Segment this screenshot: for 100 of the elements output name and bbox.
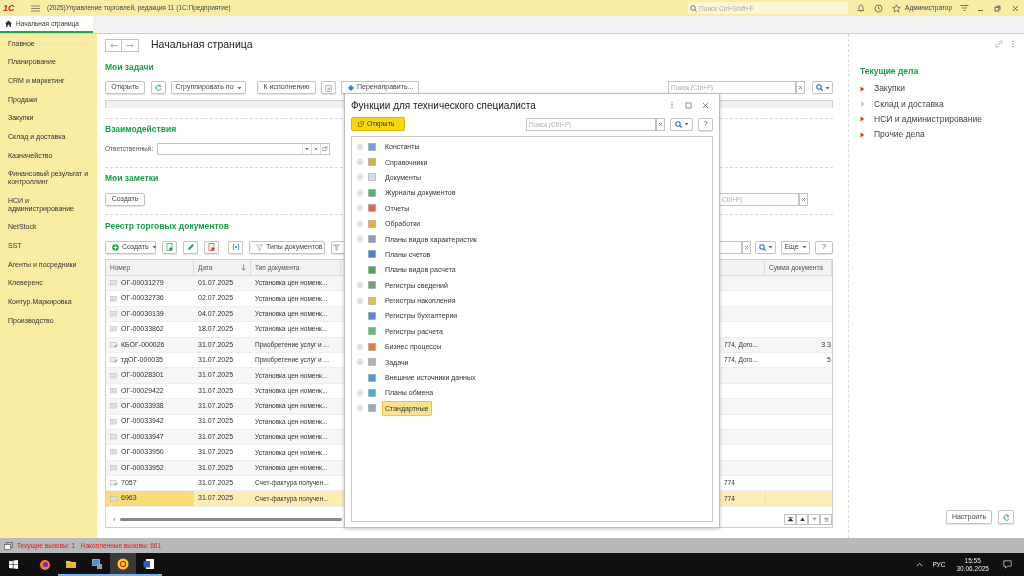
expand-icon[interactable] bbox=[357, 236, 363, 243]
windows-stack-icon[interactable] bbox=[4, 541, 13, 550]
expand-icon[interactable] bbox=[357, 297, 363, 304]
section-title: Реестр торговых документов bbox=[105, 221, 229, 231]
forward-arrow-icon bbox=[126, 42, 134, 48]
menu-icon[interactable] bbox=[31, 4, 40, 12]
brackets-icon bbox=[231, 243, 240, 251]
search-button[interactable] bbox=[755, 240, 776, 254]
settings-menu-icon[interactable] bbox=[960, 4, 969, 12]
document-icon bbox=[207, 243, 216, 251]
section-title: Мои заметки bbox=[105, 173, 159, 183]
document-icon bbox=[165, 243, 174, 251]
responsible-field[interactable] bbox=[157, 143, 330, 155]
search-icon bbox=[674, 120, 682, 128]
clear-icon[interactable] bbox=[311, 144, 320, 154]
search-icon bbox=[758, 243, 766, 251]
forward-button[interactable] bbox=[122, 38, 139, 52]
expand-icon[interactable] bbox=[357, 143, 363, 150]
task-group-link[interactable]: Прочие дела bbox=[874, 128, 925, 142]
clear-icon bbox=[658, 121, 663, 127]
search-button[interactable] bbox=[670, 117, 693, 131]
filter-icon bbox=[256, 243, 263, 251]
caret-icon bbox=[683, 122, 689, 126]
copy-document-button[interactable] bbox=[162, 240, 177, 254]
clear-button[interactable] bbox=[656, 117, 665, 131]
expand-icon[interactable] bbox=[357, 220, 363, 227]
expand-icon[interactable] bbox=[357, 282, 363, 289]
down-arrow-icon bbox=[810, 515, 818, 523]
clear-button[interactable] bbox=[742, 240, 751, 254]
section-title: Взаимодействия bbox=[105, 124, 177, 134]
expand-icon[interactable] bbox=[357, 205, 363, 212]
back-arrow-icon bbox=[109, 42, 118, 48]
search-icon bbox=[815, 84, 823, 91]
taskbar-app-button[interactable] bbox=[110, 553, 136, 576]
expand-icon[interactable] bbox=[357, 343, 363, 350]
open-link-icon[interactable] bbox=[320, 144, 329, 154]
close-icon[interactable] bbox=[1012, 4, 1019, 12]
plus-icon bbox=[112, 243, 119, 251]
caret-icon bbox=[824, 85, 830, 90]
up-arrow-icon bbox=[786, 515, 794, 523]
star-icon[interactable] bbox=[892, 3, 902, 13]
expand-icon[interactable] bbox=[357, 189, 363, 196]
up-arrow-icon bbox=[798, 515, 806, 523]
help-button[interactable]: ? bbox=[815, 240, 833, 254]
expand-icon[interactable] bbox=[357, 389, 363, 396]
caret-icon bbox=[236, 85, 242, 90]
link-icon[interactable] bbox=[995, 40, 1003, 48]
caret-icon bbox=[767, 245, 773, 249]
document-editor-icon bbox=[143, 557, 155, 570]
first-page-button[interactable] bbox=[784, 513, 796, 525]
task-group-link[interactable]: Закупки bbox=[874, 82, 905, 96]
browser-icon bbox=[39, 558, 51, 571]
post-button[interactable] bbox=[228, 240, 243, 254]
clear-icon bbox=[798, 85, 803, 90]
delete-button[interactable] bbox=[204, 240, 219, 254]
refresh-button[interactable] bbox=[998, 510, 1014, 524]
diamond-icon bbox=[348, 84, 354, 91]
filter-icon bbox=[333, 243, 340, 251]
clear-button[interactable] bbox=[796, 81, 805, 94]
expand-icon[interactable] bbox=[357, 174, 363, 181]
app-logo: 1С bbox=[3, 3, 16, 13]
caret-icon bbox=[801, 245, 807, 249]
search-button[interactable] bbox=[812, 81, 833, 94]
caret-icon[interactable] bbox=[302, 144, 311, 154]
task-group-link[interactable]: Склад и доставка bbox=[874, 97, 944, 111]
previous-page-button[interactable] bbox=[796, 513, 808, 525]
clipboard-icon bbox=[325, 83, 332, 92]
pencil-icon bbox=[186, 243, 195, 251]
caret-icon bbox=[151, 245, 157, 249]
dialog-title: Функции для технического специалиста bbox=[351, 98, 536, 113]
help-button[interactable]: ? bbox=[698, 117, 713, 131]
chevron-up-icon[interactable] bbox=[916, 562, 924, 567]
restore-icon[interactable] bbox=[994, 4, 1001, 12]
down-arrow-icon bbox=[822, 515, 830, 523]
history-icon[interactable] bbox=[874, 3, 884, 13]
search-icon bbox=[690, 4, 698, 12]
task-group-link[interactable]: НСИ и администрирование bbox=[874, 113, 982, 126]
maximize-icon[interactable] bbox=[685, 101, 692, 109]
edit-button[interactable] bbox=[183, 240, 198, 254]
clipboard-button[interactable] bbox=[321, 81, 336, 94]
scroll-left-icon bbox=[112, 516, 116, 522]
refresh-icon bbox=[1002, 513, 1010, 521]
expand-icon[interactable] bbox=[357, 405, 363, 412]
back-button[interactable] bbox=[105, 38, 122, 52]
horizontal-scrollbar[interactable] bbox=[120, 517, 342, 521]
last-page-button[interactable] bbox=[820, 513, 832, 525]
section-title: Текущие дела bbox=[860, 66, 919, 76]
refresh-button[interactable] bbox=[151, 81, 166, 94]
bell-icon[interactable] bbox=[857, 4, 866, 12]
expand-icon[interactable] bbox=[357, 159, 363, 166]
page-title: Начальная страница bbox=[151, 37, 253, 53]
app-circle-icon bbox=[117, 557, 129, 570]
open-icon bbox=[358, 121, 364, 127]
clear-button[interactable] bbox=[799, 193, 808, 206]
windows-start-icon[interactable] bbox=[9, 560, 18, 569]
computer-icon bbox=[91, 557, 103, 570]
close-icon[interactable] bbox=[702, 101, 709, 109]
clear-icon bbox=[801, 197, 806, 202]
expand-icon[interactable] bbox=[357, 359, 363, 366]
notification-icon[interactable] bbox=[1003, 560, 1012, 569]
